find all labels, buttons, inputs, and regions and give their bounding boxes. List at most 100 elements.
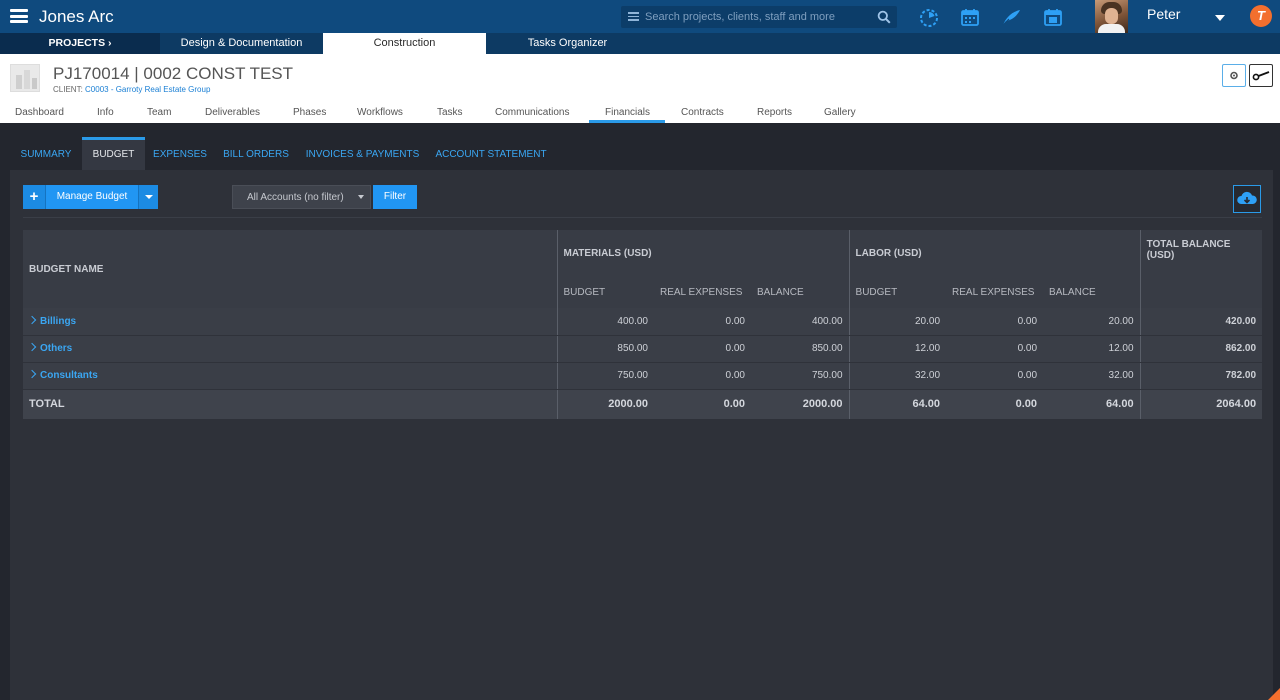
tab-expenses[interactable]: EXPENSES (149, 137, 211, 170)
tab-invoices-payments[interactable]: INVOICES & PAYMENTS (305, 137, 420, 170)
chevron-right-icon (27, 315, 37, 324)
cell-labor-real: 0.00 (946, 362, 1044, 390)
manage-budget-button[interactable]: Manage Budget (46, 185, 138, 209)
row-name-consultants[interactable]: Consultants (23, 362, 557, 390)
total-labor-balance: 64.00 (1043, 389, 1141, 419)
subnav-contracts[interactable]: Contracts (681, 107, 724, 118)
user-name[interactable]: Peter (1147, 6, 1180, 22)
cell-labor-balance: 20.00 (1043, 308, 1141, 336)
chevron-right-icon (27, 369, 37, 379)
gear-icon (1230, 71, 1238, 80)
total-row: TOTAL 2000.00 0.00 2000.00 64.00 0.00 64… (23, 389, 1263, 419)
tab-design-documentation[interactable]: Design & Documentation (160, 33, 323, 54)
table-row: Consultants 750.00 0.00 750.00 32.00 0.0… (23, 362, 1263, 390)
quill-icon[interactable] (1000, 6, 1022, 28)
subnav-dashboard[interactable]: Dashboard (15, 107, 64, 118)
total-labor-budget: 64.00 (848, 389, 947, 419)
subnav-reports[interactable]: Reports (757, 107, 792, 118)
avatar[interactable] (1095, 0, 1128, 33)
cell-labor-balance: 12.00 (1043, 335, 1141, 363)
col-header-labor-budget: BUDGET (848, 276, 947, 308)
subnav-communications[interactable]: Communications (495, 107, 569, 118)
col-header-labor-balance: BALANCE (1043, 276, 1141, 308)
client-line: CLIENT: C0003 - Garroty Real Estate Grou… (53, 85, 210, 94)
tab-projects[interactable]: PROJECTS › (0, 33, 160, 54)
tab-account-statement[interactable]: ACCOUNT STATEMENT (435, 137, 547, 170)
export-button[interactable] (1233, 185, 1261, 213)
col-header-materials-balance: BALANCE (751, 276, 850, 308)
row-name-others[interactable]: Others (23, 335, 557, 363)
cell-total-balance: 782.00 (1139, 362, 1263, 390)
chevron-right-icon (27, 342, 37, 352)
subnav-tasks[interactable]: Tasks (437, 107, 463, 118)
row-name-billings[interactable]: Billings (23, 308, 557, 336)
cell-total-balance: 862.00 (1139, 335, 1263, 363)
col-header-total-balance: TOTAL BALANCE (USD) (1139, 230, 1263, 308)
brand-badge[interactable]: T (1250, 5, 1272, 27)
col-group-materials: MATERIALS (USD) (556, 230, 850, 276)
account-filter-select[interactable]: All Accounts (no filter) (232, 185, 371, 209)
cell-labor-balance: 32.00 (1043, 362, 1141, 390)
subnav-financials[interactable]: Financials (605, 107, 650, 118)
subnav-gallery[interactable]: Gallery (824, 107, 856, 118)
cell-labor-budget: 20.00 (848, 308, 947, 336)
total-label: TOTAL (23, 389, 557, 419)
key-icon (1252, 71, 1270, 81)
subnav-phases[interactable]: Phases (293, 107, 326, 118)
cell-materials-balance: 750.00 (751, 362, 850, 390)
top-bar: Jones Arc Peter T (0, 0, 1280, 33)
subnav-active-indicator (589, 120, 665, 123)
budget-table: BUDGET NAME MATERIALS (USD) LABOR (USD) … (23, 230, 1263, 420)
cell-materials-budget: 400.00 (556, 308, 654, 336)
search-input[interactable] (645, 6, 870, 28)
col-header-materials-real: REAL EXPENSES (654, 276, 751, 308)
project-subnav: Dashboard Info Team Deliverables Phases … (0, 104, 1280, 123)
menu-icon[interactable] (10, 9, 28, 23)
tab-budget[interactable]: BUDGET (82, 137, 145, 170)
subnav-info[interactable]: Info (97, 107, 114, 118)
client-link[interactable]: C0003 - Garroty Real Estate Group (85, 85, 210, 94)
client-label: CLIENT: (53, 85, 86, 94)
cell-materials-balance: 400.00 (751, 308, 850, 336)
project-thumbnail (10, 64, 40, 92)
col-header-materials-budget: BUDGET (556, 276, 654, 308)
timer-icon[interactable] (918, 6, 940, 28)
col-header-budget-name: BUDGET NAME (23, 230, 557, 308)
cell-materials-real: 0.00 (654, 308, 751, 336)
total-materials-real: 0.00 (654, 389, 751, 419)
tab-construction[interactable]: Construction (323, 33, 486, 54)
col-group-labor: LABOR (USD) (848, 230, 1141, 276)
page-title: PJ170014 | 0002 CONST TEST (53, 64, 294, 83)
cell-materials-real: 0.00 (654, 335, 751, 363)
calendar-day-icon[interactable] (1042, 6, 1064, 28)
subnav-workflows[interactable]: Workflows (357, 107, 403, 118)
app-brand[interactable]: Jones Arc (39, 7, 114, 27)
search-icon[interactable] (877, 10, 891, 24)
access-button[interactable] (1249, 64, 1273, 87)
total-materials-balance: 2000.00 (751, 389, 850, 419)
cell-labor-budget: 32.00 (848, 362, 947, 390)
cell-total-balance: 420.00 (1139, 308, 1263, 336)
subnav-team[interactable]: Team (147, 107, 171, 118)
tab-summary[interactable]: SUMMARY (10, 137, 82, 170)
add-budget-button[interactable]: + (23, 185, 46, 209)
total-materials-budget: 2000.00 (556, 389, 654, 419)
financial-tabs: SUMMARY BUDGET EXPENSES BILL ORDERS INVO… (10, 137, 1273, 170)
search-menu-icon[interactable] (628, 12, 639, 21)
manage-budget-dropdown[interactable] (138, 185, 158, 209)
cell-materials-real: 0.00 (654, 362, 751, 390)
filter-button[interactable]: Filter (373, 185, 417, 209)
chevron-down-icon[interactable] (1215, 15, 1225, 21)
tab-tasks-organizer[interactable]: Tasks Organizer (486, 33, 649, 54)
cell-materials-budget: 750.00 (556, 362, 654, 390)
cell-materials-budget: 850.00 (556, 335, 654, 363)
calendar-icon[interactable] (959, 6, 981, 28)
table-row: Others 850.00 0.00 850.00 12.00 0.00 12.… (23, 335, 1263, 363)
toolbar-divider (23, 217, 1262, 218)
settings-button[interactable] (1222, 64, 1246, 87)
tab-bill-orders[interactable]: BILL ORDERS (221, 137, 291, 170)
col-header-labor-real: REAL EXPENSES (946, 276, 1044, 308)
corner-accent (1268, 688, 1280, 700)
cloud-download-icon (1237, 191, 1257, 204)
subnav-deliverables[interactable]: Deliverables (205, 107, 260, 118)
